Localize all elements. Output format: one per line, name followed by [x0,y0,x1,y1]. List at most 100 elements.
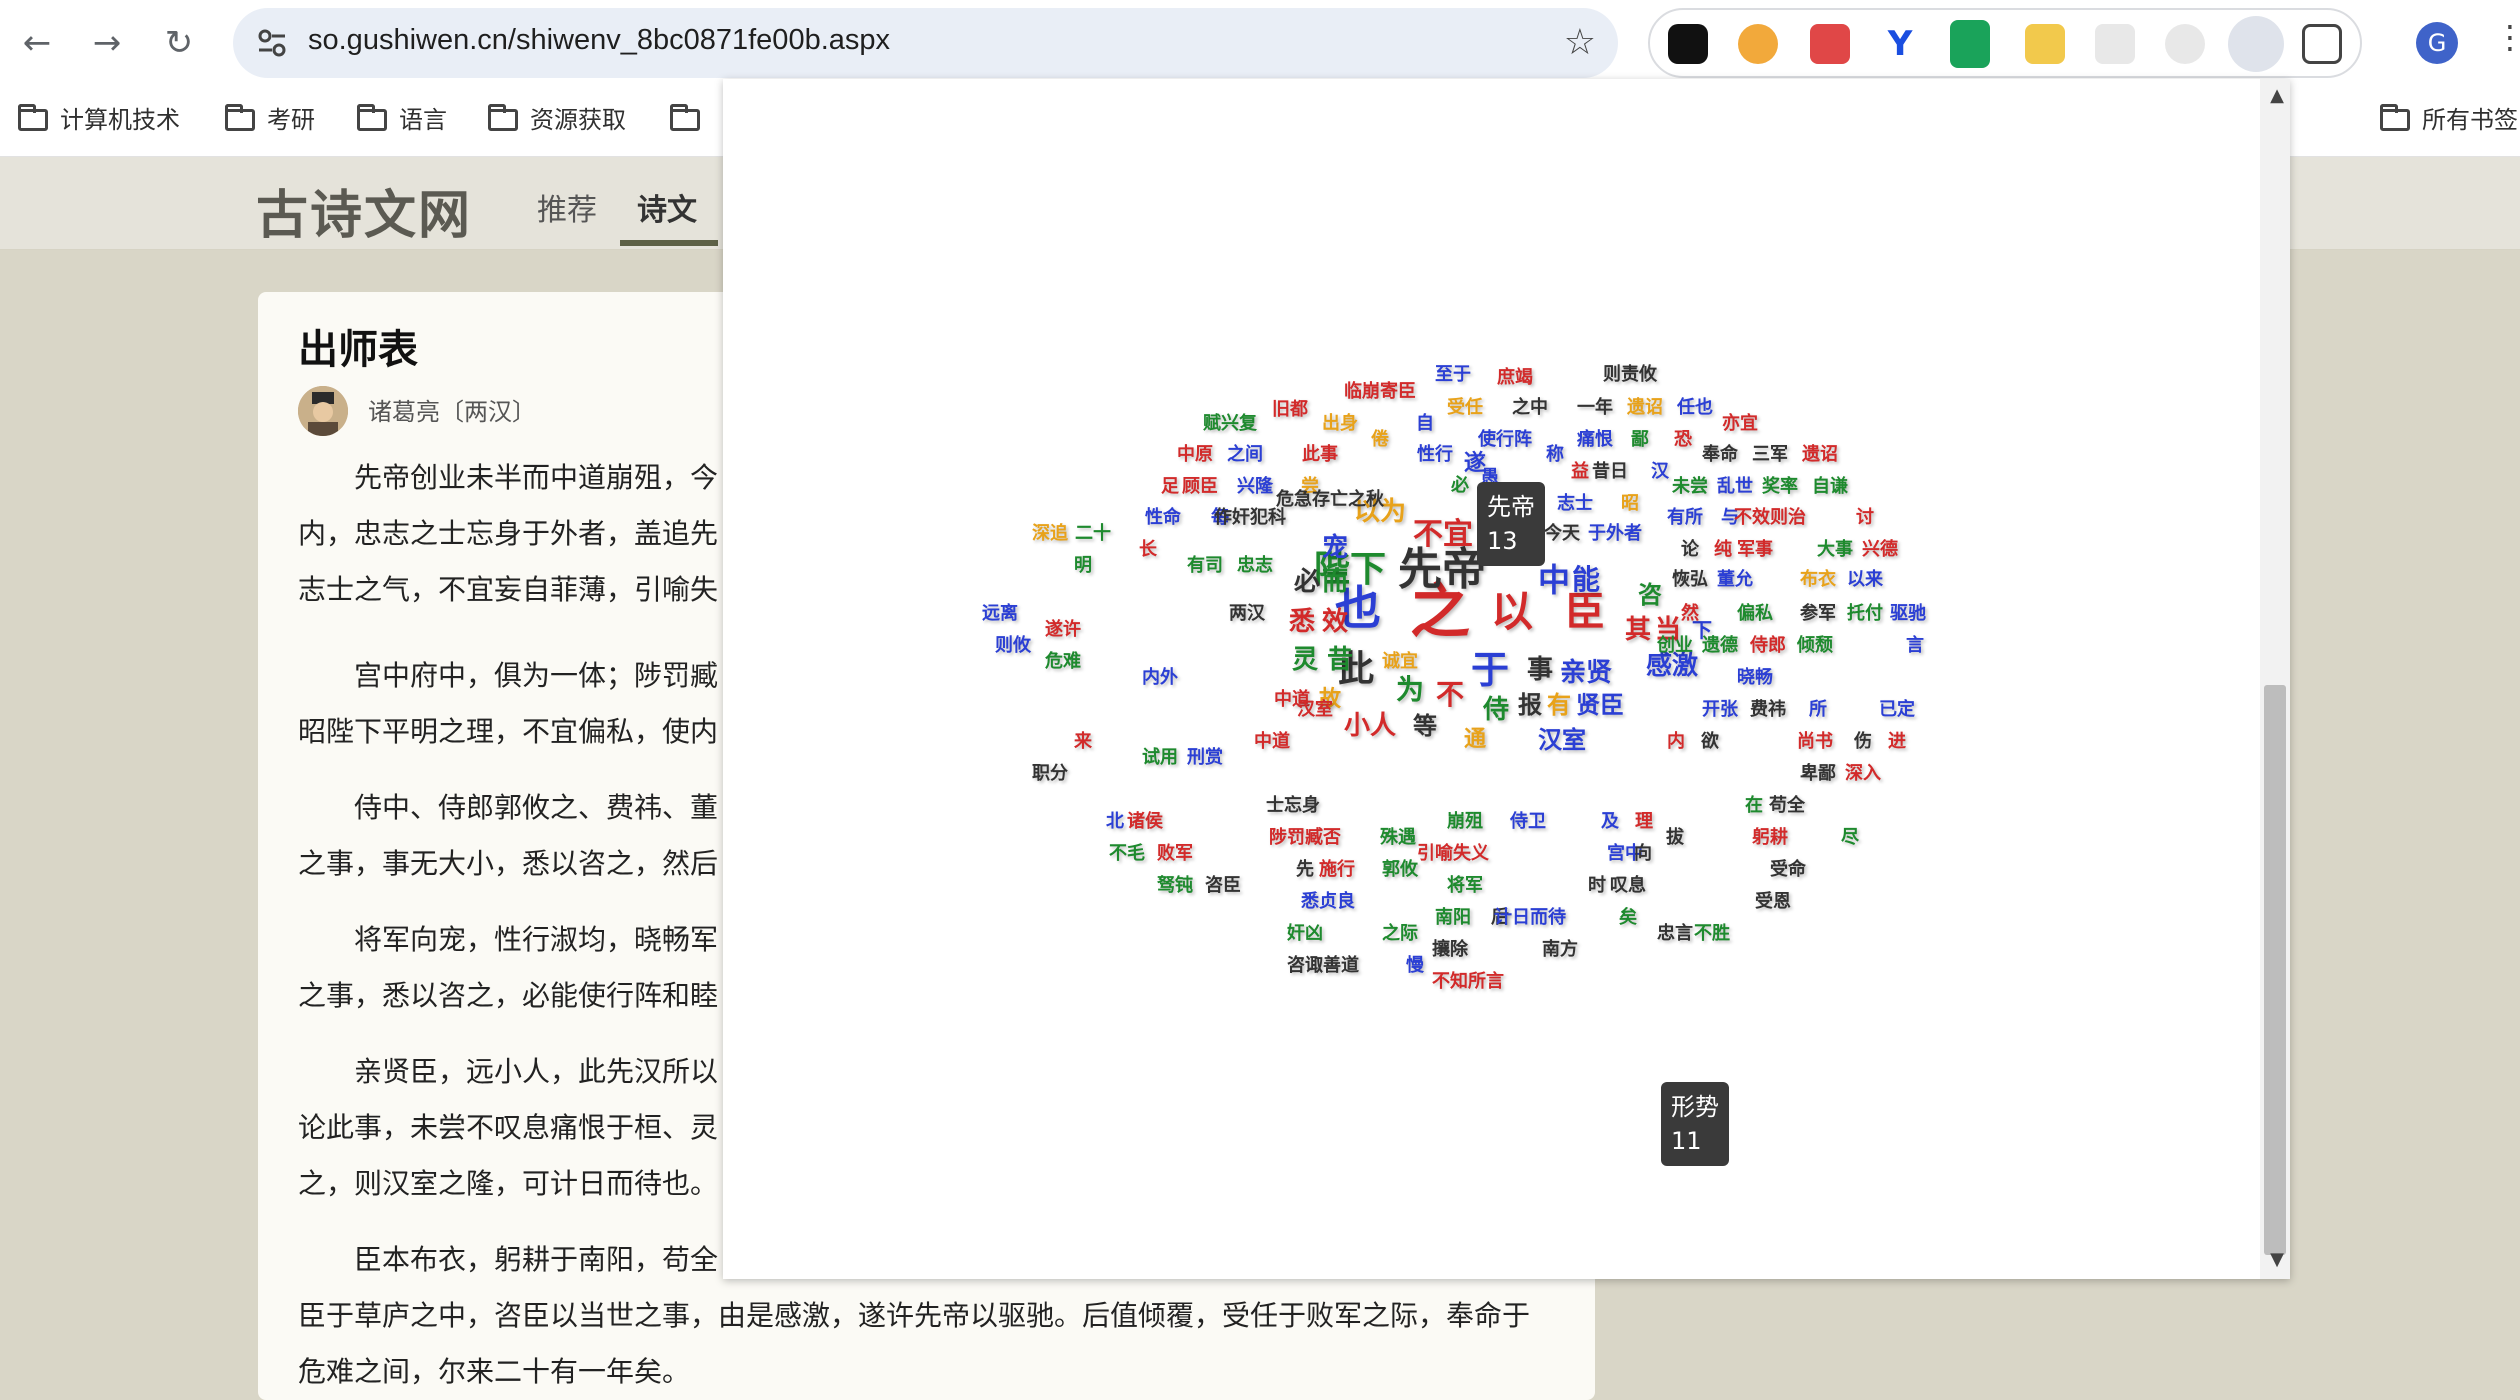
cloud-word[interactable]: 作奸犯科 [1214,509,1286,527]
cloud-word[interactable]: 而 [1322,569,1348,595]
bookmark-folder-resources[interactable]: 资源获取 [488,104,626,136]
cloud-word[interactable]: 施行 [1319,861,1355,879]
cloud-word[interactable]: 小人 [1344,713,1396,739]
cloud-word[interactable]: 慢 [1406,957,1424,975]
cloud-word[interactable]: 悉 [1289,609,1315,635]
cloud-word[interactable]: 南阳 [1435,909,1471,927]
nav-poems[interactable]: 诗文 [637,185,697,229]
cloud-word[interactable]: 悉贞良 [1301,893,1355,911]
cloud-word[interactable]: 益 [1571,463,1589,481]
cloud-word[interactable]: 以来 [1847,571,1883,589]
cloud-word[interactable]: 创业 [1657,637,1693,655]
cloud-word[interactable]: 恐 [1674,431,1692,449]
author-avatar[interactable] [298,386,348,436]
cloud-word[interactable]: 奸凶 [1287,925,1323,943]
cloud-word[interactable]: 侍郎 [1750,637,1786,655]
popup-scrollbar[interactable]: ▲ ▼ [2260,79,2290,1279]
forward-icon[interactable]: → [86,22,128,64]
cloud-word[interactable]: 侍 [1483,697,1509,723]
cloud-word[interactable]: 奉命 [1702,446,1738,464]
cloud-word[interactable]: 至于 [1435,366,1471,384]
cloud-word[interactable]: 受任 [1447,399,1483,417]
cloud-word[interactable]: 诚宜 [1382,653,1418,671]
cloud-word[interactable]: 效 [1322,609,1348,635]
cloud-word[interactable]: 受恩 [1755,893,1791,911]
cloud-word[interactable]: 偏私 [1737,605,1773,623]
cloud-word[interactable]: 自 [1416,415,1434,433]
cloud-word[interactable]: 之中 [1512,399,1548,417]
cloud-word[interactable]: 昔 [1327,647,1353,673]
extension-icon-y[interactable]: Y [1880,24,1920,64]
cloud-word[interactable]: 感激 [1646,653,1698,679]
cloud-word[interactable]: 以 [1491,591,1533,633]
cloud-word[interactable]: 北 [1106,813,1124,831]
cloud-word[interactable]: 有所 [1667,509,1703,527]
cloud-word[interactable]: 矣 [1619,909,1637,927]
cloud-word[interactable]: 则责攸 [1603,366,1657,384]
cloud-word[interactable]: 昭 [1621,495,1639,513]
cloud-word[interactable]: 先 [1296,861,1314,879]
cloud-word[interactable]: 内外 [1142,669,1178,687]
cloud-word[interactable]: 深追 [1032,525,1068,543]
bookmark-star-icon[interactable]: ☆ [1564,22,1596,63]
cloud-word[interactable]: 南方 [1542,941,1578,959]
cloud-word[interactable]: 叹息 [1610,877,1646,895]
cloud-word[interactable]: 称 [1546,446,1564,464]
menu-dots-icon[interactable]: ⋮ [2494,18,2520,56]
extensions-puzzle-icon[interactable] [2302,24,2342,64]
cloud-word[interactable]: 旧都 [1272,401,1308,419]
cloud-word[interactable]: 之际 [1382,925,1418,943]
cloud-word[interactable]: 庶竭 [1497,369,1533,387]
cloud-extension-icon[interactable] [2228,16,2284,72]
cloud-word[interactable]: 事 [1527,657,1553,683]
cloud-word[interactable]: 未尝 [1672,478,1708,496]
cloud-word[interactable]: 倾颓 [1797,637,1833,655]
cloud-word[interactable]: 使行阵 [1478,431,1532,449]
cloud-word[interactable]: 先帝 [1398,548,1486,592]
cloud-word[interactable]: 欲 [1701,733,1719,751]
cloud-word[interactable]: 所 [1809,701,1827,719]
cloud-word[interactable]: 一年 [1577,399,1613,417]
cloud-word[interactable]: 引喻失义 [1417,845,1489,863]
cloud-word[interactable]: 亲贤 [1560,660,1612,686]
cloud-word[interactable]: 殊遇 [1380,829,1416,847]
cloud-word[interactable]: 于外者 [1588,525,1642,543]
cloud-word[interactable]: 之间 [1227,446,1263,464]
cloud-word[interactable]: 长 [1139,541,1157,559]
cloud-word[interactable]: 不宜 [1413,520,1473,550]
bookmark-folder-all[interactable]: 所有书签 [2380,104,2518,136]
cloud-word[interactable]: 侍卫 [1510,813,1546,831]
cloud-word[interactable]: 已定 [1879,701,1915,719]
cloud-word[interactable]: 远离 [982,605,1018,623]
cloud-word[interactable]: 论 [1681,541,1699,559]
extension-icon-6[interactable] [2095,24,2135,64]
profile-avatar[interactable]: G [2416,22,2458,64]
cloud-word[interactable]: 刑赏 [1187,749,1223,767]
cloud-word[interactable]: 此事 [1302,446,1338,464]
cloud-word[interactable]: 顾臣 [1182,478,1218,496]
cloud-word[interactable]: 试用 [1142,749,1178,767]
cloud-word[interactable]: 然 [1681,605,1699,623]
cloud-word[interactable]: 向 [1634,845,1652,863]
cloud-word[interactable]: 苟全 [1769,797,1805,815]
cloud-word[interactable]: 昔日 [1592,463,1628,481]
cloud-word[interactable]: 开张 [1702,701,1738,719]
cloud-word[interactable]: 自谦 [1812,478,1848,496]
cloud-word[interactable]: 拔 [1666,829,1684,847]
cloud-word[interactable]: 驱驰 [1890,605,1926,623]
cloud-word[interactable]: 则攸 [995,637,1031,655]
cloud-word[interactable]: 士忘身 [1266,797,1320,815]
cloud-word[interactable]: 内 [1667,733,1685,751]
cloud-word[interactable]: 遗德 [1702,637,1738,655]
cloud-word[interactable]: 志士 [1557,495,1593,513]
cloud-word[interactable]: 必 [1294,569,1320,595]
bookmark-folder-truncated[interactable] [670,104,712,136]
cloud-word[interactable]: 有 [1547,693,1571,717]
cloud-word[interactable]: 职分 [1032,765,1068,783]
url-text[interactable]: so.gushiwen.cn/shiwenv_8bc0871fe00b.aspx [308,24,890,57]
cloud-word[interactable]: 时 [1588,877,1606,895]
cloud-word[interactable]: 不效则治 [1734,509,1806,527]
cloud-word[interactable]: 汉室 [1538,728,1586,752]
cloud-word[interactable]: 驽钝 [1157,877,1193,895]
cloud-word[interactable]: 足 [1161,478,1179,496]
